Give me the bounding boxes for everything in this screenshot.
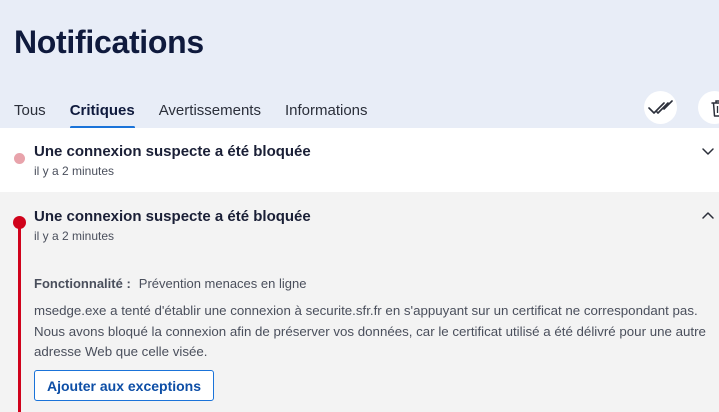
critical-timeline-line xyxy=(18,228,21,412)
tab-bar: Tous Critiques Avertissements Informatio… xyxy=(14,102,392,129)
chevron-down-icon[interactable] xyxy=(701,144,715,158)
tab-critical[interactable]: Critiques xyxy=(69,102,135,129)
delete-all-button[interactable] xyxy=(698,91,719,124)
notification-title: Une connexion suspecte a été bloquée xyxy=(34,208,311,225)
notification-time: il y a 2 minutes xyxy=(34,229,115,243)
notification-title: Une connexion suspecte a été bloquée xyxy=(34,143,311,160)
feature-value: Prévention menaces en ligne xyxy=(138,276,307,291)
notification-time: il y a 2 minutes xyxy=(34,164,115,178)
feature-line: Fonctionnalité : Prévention menaces en li… xyxy=(34,276,306,291)
critical-status-dot xyxy=(13,216,26,229)
double-check-icon xyxy=(647,99,673,114)
add-to-exceptions-button[interactable]: Ajouter aux exceptions xyxy=(34,370,214,401)
tab-all[interactable]: Tous xyxy=(14,102,46,127)
notification-description: msedge.exe a tenté d'établir une connexi… xyxy=(34,303,706,359)
feature-label: Fonctionnalité : xyxy=(34,276,131,291)
chevron-up-icon[interactable] xyxy=(701,209,715,223)
tab-warnings[interactable]: Avertissements xyxy=(159,102,261,127)
notification-item[interactable] xyxy=(0,128,719,192)
tab-information[interactable]: Informations xyxy=(285,102,368,127)
mark-all-read-button[interactable] xyxy=(644,91,677,124)
trash-icon xyxy=(710,99,719,117)
read-status-dot xyxy=(14,153,25,164)
page-title: Notifications xyxy=(14,24,204,60)
header: Notifications Tous Critiques Avertisseme… xyxy=(0,0,719,129)
